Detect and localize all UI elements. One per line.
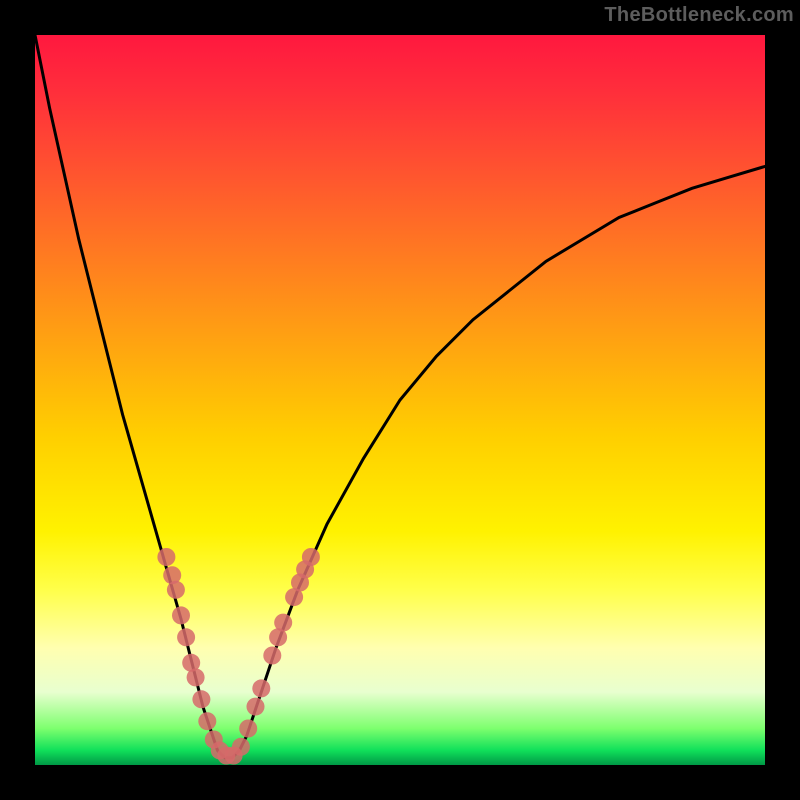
sample-dot (274, 614, 292, 632)
sample-dot (252, 679, 270, 697)
sample-dot (177, 628, 195, 646)
sample-dot (167, 581, 185, 599)
sample-dot (187, 668, 205, 686)
sample-dot (263, 647, 281, 665)
sample-dot (192, 690, 210, 708)
watermark-text: TheBottleneck.com (604, 4, 794, 27)
sample-dot (157, 548, 175, 566)
bottleneck-curve (35, 35, 765, 758)
sample-dot (302, 548, 320, 566)
sample-dot (232, 738, 250, 756)
plot-area (35, 35, 765, 765)
chart-svg (35, 35, 765, 765)
sample-dot (172, 606, 190, 624)
sample-dot (198, 712, 216, 730)
chart-frame: TheBottleneck.com (0, 0, 800, 800)
sample-dot (247, 698, 265, 716)
sample-dot (239, 720, 257, 738)
